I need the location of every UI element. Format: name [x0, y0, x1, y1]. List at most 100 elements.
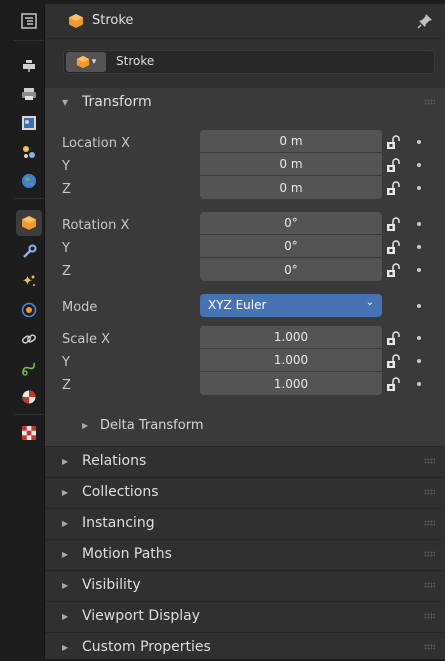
shader-effects-icon[interactable]: ✦ — [16, 268, 42, 294]
rotation-z-field[interactable]: 0° — [200, 258, 382, 281]
lock-icon[interactable] — [386, 330, 402, 346]
material-icon[interactable] — [16, 384, 42, 410]
lock-icon[interactable] — [386, 134, 402, 150]
scene-icon[interactable] — [16, 139, 42, 165]
lock-icon[interactable] — [386, 157, 402, 173]
section-transform-header[interactable]: ▼ Transform — [45, 88, 445, 116]
keyframe-dot-icon[interactable] — [417, 186, 421, 190]
properties-editor: ✦ Stroke ▾ Stroke ▼ Transform Location X… — [14, 4, 445, 659]
section-instancing[interactable]: ▶ Instancing — [45, 509, 445, 537]
rotation-z-label: Z — [62, 264, 71, 279]
rotation-y-field[interactable]: 0° — [200, 235, 382, 258]
scale-label: Scale X — [62, 332, 111, 347]
drag-grip-icon[interactable] — [424, 582, 435, 588]
properties-tabs: ✦ — [14, 4, 45, 659]
scale-z-field[interactable]: 1.000 — [200, 372, 382, 395]
keyframe-dot-icon[interactable] — [417, 382, 421, 386]
expand-triangle-icon: ▶ — [82, 420, 89, 430]
section-label: Motion Paths — [82, 546, 172, 562]
view-layer-icon[interactable] — [16, 110, 42, 136]
rotation-label: Rotation X — [62, 218, 130, 233]
section-custom-properties[interactable]: ▶ Custom Properties — [45, 633, 445, 661]
drag-grip-icon[interactable] — [424, 613, 435, 619]
expand-triangle-icon: ▶ — [62, 549, 69, 559]
drag-grip-icon[interactable] — [424, 551, 435, 557]
object-selector[interactable]: ▾ Stroke — [63, 50, 435, 74]
object-data-icon[interactable] — [16, 355, 42, 381]
section-label: Viewport Display — [82, 608, 200, 624]
scale-z-label: Z — [62, 378, 71, 393]
collapse-triangle-icon: ▼ — [62, 97, 69, 107]
section-collections[interactable]: ▶ Collections — [45, 478, 445, 506]
location-x-field[interactable]: 0 m — [200, 130, 382, 153]
lock-icon[interactable] — [386, 353, 402, 369]
section-label: Custom Properties — [82, 639, 211, 655]
section-viewport-display[interactable]: ▶ Viewport Display — [45, 602, 445, 630]
drag-grip-icon[interactable] — [424, 99, 435, 105]
scale-x-field[interactable]: 1.000 — [200, 326, 382, 349]
rotation-x-field[interactable]: 0° — [200, 212, 382, 235]
object-type-dropdown[interactable]: ▾ — [66, 52, 106, 72]
expand-triangle-icon: ▶ — [62, 611, 69, 621]
object-icon — [76, 55, 89, 69]
location-label: Location X — [62, 136, 131, 151]
world-icon[interactable] — [16, 168, 42, 194]
pin-icon[interactable] — [417, 13, 433, 29]
location-y-field[interactable]: 0 m — [200, 153, 382, 176]
properties-panel: Stroke ▾ Stroke ▼ Transform Location X 0… — [45, 4, 445, 659]
drag-grip-icon[interactable] — [424, 520, 435, 526]
object-name[interactable]: Stroke — [116, 54, 154, 68]
chevron-down-icon: ⌄ — [365, 297, 374, 308]
expand-triangle-icon: ▶ — [62, 580, 69, 590]
subsection-delta-transform[interactable]: ▶ Delta Transform — [45, 411, 445, 439]
location-z-label: Z — [62, 182, 71, 197]
lock-icon[interactable] — [386, 239, 402, 255]
rotation-mode-dropdown[interactable]: XYZ Euler ⌄ — [200, 294, 382, 317]
keyframe-dot-icon[interactable] — [417, 268, 421, 272]
mode-label: Mode — [62, 300, 98, 315]
lock-icon[interactable] — [386, 262, 402, 278]
section-motion-paths[interactable]: ▶ Motion Paths — [45, 540, 445, 568]
keyframe-dot-icon[interactable] — [417, 163, 421, 167]
keyframe-dot-icon[interactable] — [417, 222, 421, 226]
section-visibility[interactable]: ▶ Visibility — [45, 571, 445, 599]
keyframe-dot-icon[interactable] — [417, 304, 421, 308]
object-icon[interactable] — [16, 210, 42, 236]
lock-icon[interactable] — [386, 216, 402, 232]
drag-grip-icon[interactable] — [424, 458, 435, 464]
lock-icon[interactable] — [386, 376, 402, 392]
section-transform-title: Transform — [82, 94, 152, 110]
drag-grip-icon[interactable] — [424, 489, 435, 495]
delta-transform-label: Delta Transform — [100, 417, 204, 433]
section-label: Relations — [82, 453, 147, 469]
panel-header: Stroke — [45, 4, 445, 39]
constraints-icon[interactable] — [16, 326, 42, 352]
keyframe-dot-icon[interactable] — [417, 245, 421, 249]
texture-icon[interactable] — [16, 420, 42, 446]
section-relations[interactable]: ▶ Relations — [45, 447, 445, 475]
location-y-label: Y — [62, 159, 70, 174]
scale-y-field[interactable]: 1.000 — [200, 349, 382, 372]
scale-y-label: Y — [62, 355, 70, 370]
location-z-field[interactable]: 0 m — [200, 176, 382, 199]
section-label: Visibility — [82, 577, 141, 593]
keyframe-dot-icon[interactable] — [417, 359, 421, 363]
modifiers-icon[interactable] — [16, 239, 42, 265]
lock-icon[interactable] — [386, 180, 402, 196]
rotation-mode-value: XYZ Euler — [208, 298, 267, 312]
output-icon[interactable] — [16, 81, 42, 107]
rotation-y-label: Y — [62, 241, 70, 256]
svg-text:✦: ✦ — [22, 274, 33, 289]
tool-icon[interactable] — [16, 8, 42, 34]
expand-triangle-icon: ▶ — [62, 456, 69, 466]
physics-icon[interactable] — [16, 297, 42, 323]
render-icon[interactable] — [16, 52, 42, 78]
expand-triangle-icon: ▶ — [62, 642, 69, 652]
object-icon — [69, 14, 83, 28]
keyframe-dot-icon[interactable] — [417, 140, 421, 144]
section-label: Collections — [82, 484, 159, 500]
expand-triangle-icon: ▶ — [62, 487, 69, 497]
drag-grip-icon[interactable] — [424, 644, 435, 650]
header-title: Stroke — [92, 13, 134, 28]
keyframe-dot-icon[interactable] — [417, 336, 421, 340]
